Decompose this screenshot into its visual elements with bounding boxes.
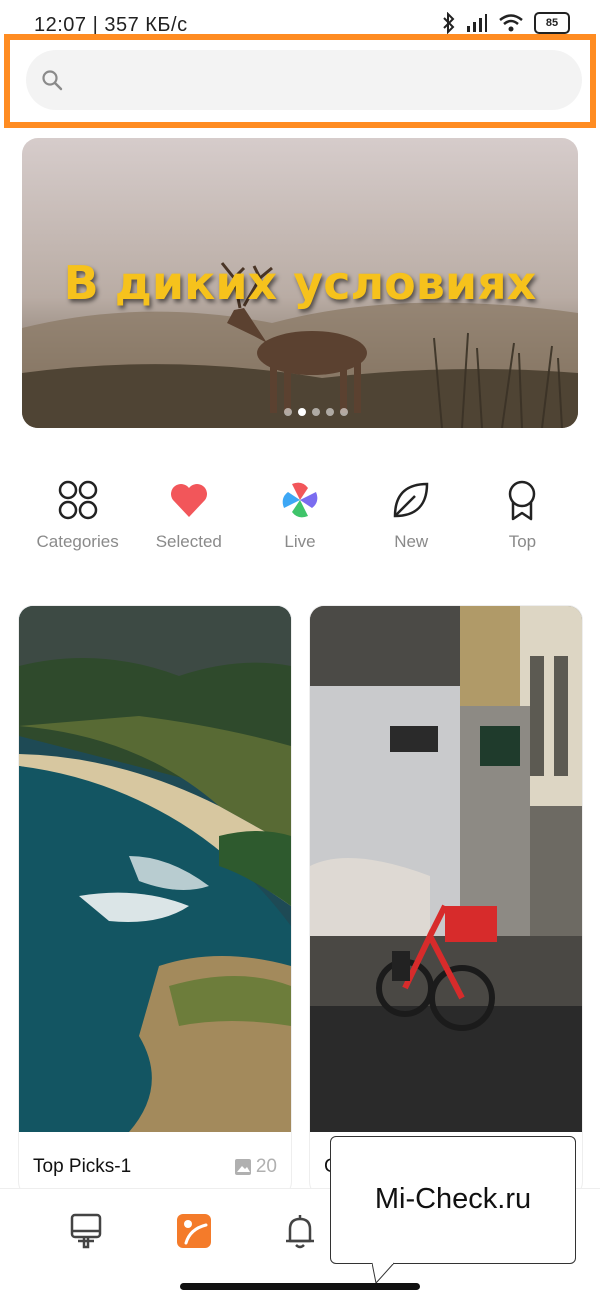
pagination-dot[interactable] bbox=[298, 408, 306, 416]
pinwheel-icon bbox=[282, 482, 318, 518]
bell-icon[interactable] bbox=[280, 1211, 320, 1251]
wallpaper-card[interactable]: C bbox=[310, 606, 582, 1196]
callout-tail bbox=[372, 1262, 395, 1284]
pagination-dot[interactable] bbox=[284, 408, 292, 416]
category-live[interactable]: Live bbox=[244, 478, 355, 552]
banner-title: В диких условиях bbox=[63, 256, 537, 310]
card-image-bike-street bbox=[310, 606, 582, 1132]
wallpaper-icon[interactable] bbox=[174, 1211, 214, 1251]
grid-flower-icon bbox=[58, 480, 97, 520]
search-icon bbox=[42, 70, 63, 91]
banner-pagination bbox=[284, 408, 348, 416]
award-ribbon-icon bbox=[509, 480, 536, 521]
status-bar: 12:07 | 357 КБ/с 85 bbox=[0, 0, 600, 38]
category-new[interactable]: New bbox=[356, 478, 467, 552]
search-input[interactable] bbox=[26, 50, 582, 110]
category-label: Categories bbox=[36, 532, 119, 551]
card-image-coast bbox=[19, 606, 291, 1132]
watermark-callout: Mi-Check.ru bbox=[330, 1136, 576, 1264]
image-count-icon bbox=[234, 1159, 251, 1175]
category-categories[interactable]: Categories bbox=[22, 478, 133, 552]
heart-icon bbox=[170, 484, 207, 517]
signal-icon bbox=[467, 14, 487, 32]
category-row: Categories Selected Live New Top bbox=[22, 478, 578, 552]
search-highlight-box bbox=[4, 34, 596, 128]
theme-stand-icon[interactable] bbox=[66, 1211, 106, 1251]
bluetooth-icon bbox=[443, 12, 455, 34]
pagination-dot[interactable] bbox=[340, 408, 348, 416]
featured-banner[interactable]: В диких условиях bbox=[22, 138, 578, 428]
card-count-value: 20 bbox=[255, 1156, 277, 1177]
wallpaper-card[interactable]: Top Picks-1 20 bbox=[19, 606, 291, 1196]
card-title: Top Picks-1 bbox=[33, 1156, 132, 1177]
battery-indicator: 85 bbox=[534, 12, 570, 34]
category-top[interactable]: Top bbox=[467, 478, 578, 552]
category-label: Live bbox=[284, 532, 316, 551]
wifi-icon bbox=[499, 14, 523, 32]
category-label: Selected bbox=[155, 532, 222, 551]
card-count: 20 bbox=[234, 1156, 277, 1178]
category-selected[interactable]: Selected bbox=[133, 478, 244, 552]
category-label: New bbox=[394, 532, 429, 551]
watermark-text: Mi-Check.ru bbox=[374, 1183, 532, 1215]
pagination-dot[interactable] bbox=[312, 408, 320, 416]
category-label: Top bbox=[508, 532, 537, 551]
pagination-dot[interactable] bbox=[326, 408, 334, 416]
home-indicator[interactable] bbox=[180, 1283, 420, 1290]
leaf-icon bbox=[393, 482, 429, 518]
status-icons: 85 bbox=[442, 12, 570, 34]
